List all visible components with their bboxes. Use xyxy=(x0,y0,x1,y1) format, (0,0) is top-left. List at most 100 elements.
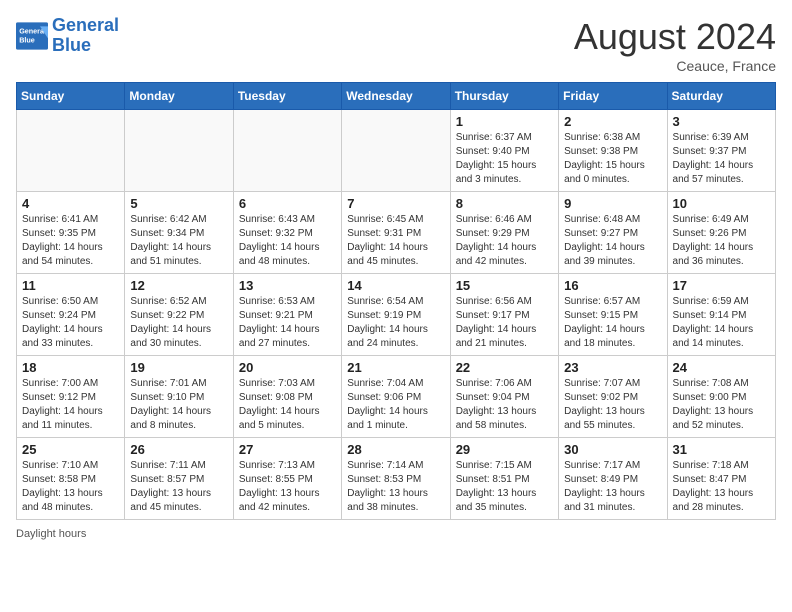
day-info: Sunrise: 7:06 AM Sunset: 9:04 PM Dayligh… xyxy=(456,377,553,433)
day-info: Sunrise: 7:07 AM Sunset: 9:02 PM Dayligh… xyxy=(564,377,661,433)
logo-general: General xyxy=(52,15,119,35)
location: Ceauce, France xyxy=(574,58,776,74)
calendar-week-row: 25 Sunrise: 7:10 AM Sunset: 8:58 PM Dayli… xyxy=(17,438,776,520)
day-info: Sunrise: 6:52 AM Sunset: 9:22 PM Dayligh… xyxy=(130,295,227,351)
day-info: Sunrise: 7:10 AM Sunset: 8:58 PM Dayligh… xyxy=(22,459,119,515)
calendar-day-header: Sunday xyxy=(17,83,125,110)
day-info: Sunrise: 7:04 AM Sunset: 9:06 PM Dayligh… xyxy=(347,377,444,433)
calendar-cell: 20 Sunrise: 7:03 AM Sunset: 9:08 PM Dayli… xyxy=(233,356,341,438)
day-number: 11 xyxy=(22,278,119,293)
day-number: 13 xyxy=(239,278,336,293)
day-info: Sunrise: 6:46 AM Sunset: 9:29 PM Dayligh… xyxy=(456,213,553,269)
calendar-cell: 22Sunrise: 7:06 AM Sunset: 9:04 PM Dayli… xyxy=(450,356,558,438)
day-number: 25 xyxy=(22,442,119,457)
day-number: 4 xyxy=(22,196,119,211)
calendar-cell: 23 Sunrise: 7:07 AM Sunset: 9:02 PM Dayli… xyxy=(559,356,667,438)
calendar-cell xyxy=(17,110,125,192)
calendar-day-header: Friday xyxy=(559,83,667,110)
calendar-cell: 28 Sunrise: 7:14 AM Sunset: 8:53 PM Dayli… xyxy=(342,438,450,520)
day-number: 21 xyxy=(347,360,444,375)
calendar-cell: 7 Sunrise: 6:45 AM Sunset: 9:31 PM Daylig… xyxy=(342,192,450,274)
day-info: Sunrise: 7:15 AM Sunset: 8:51 PM Dayligh… xyxy=(456,459,553,515)
calendar-cell: 9Sunrise: 6:48 AM Sunset: 9:27 PM Daylig… xyxy=(559,192,667,274)
day-info: Sunrise: 6:56 AM Sunset: 9:17 PM Dayligh… xyxy=(456,295,553,351)
calendar-cell: 14Sunrise: 6:54 AM Sunset: 9:19 PM Dayli… xyxy=(342,274,450,356)
day-number: 27 xyxy=(239,442,336,457)
calendar-day-header: Wednesday xyxy=(342,83,450,110)
calendar-week-row: 18 Sunrise: 7:00 AM Sunset: 9:12 PM Dayli… xyxy=(17,356,776,438)
day-info: Sunrise: 6:45 AM Sunset: 9:31 PM Dayligh… xyxy=(347,213,444,269)
day-info: Sunrise: 7:01 AM Sunset: 9:10 PM Dayligh… xyxy=(130,377,227,433)
day-number: 7 xyxy=(347,196,444,211)
calendar-cell: 26 Sunrise: 7:11 AM Sunset: 8:57 PM Dayli… xyxy=(125,438,233,520)
calendar-cell: 11 Sunrise: 6:50 AM Sunset: 9:24 PM Dayli… xyxy=(17,274,125,356)
calendar-cell: 2 Sunrise: 6:38 AM Sunset: 9:38 PM Daylig… xyxy=(559,110,667,192)
calendar-week-row: 4Sunrise: 6:41 AM Sunset: 9:35 PM Daylig… xyxy=(17,192,776,274)
day-number: 30 xyxy=(564,442,661,457)
day-info: Sunrise: 6:57 AM Sunset: 9:15 PM Dayligh… xyxy=(564,295,661,351)
calendar-cell: 25 Sunrise: 7:10 AM Sunset: 8:58 PM Dayli… xyxy=(17,438,125,520)
calendar-cell: 27 Sunrise: 7:13 AM Sunset: 8:55 PM Dayli… xyxy=(233,438,341,520)
daylight-label: Daylight hours xyxy=(16,528,776,540)
day-number: 20 xyxy=(239,360,336,375)
day-info: Sunrise: 7:03 AM Sunset: 9:08 PM Dayligh… xyxy=(239,377,336,433)
day-number: 17 xyxy=(673,278,770,293)
day-number: 6 xyxy=(239,196,336,211)
calendar-week-row: 11 Sunrise: 6:50 AM Sunset: 9:24 PM Dayli… xyxy=(17,274,776,356)
day-number: 1 xyxy=(456,114,553,129)
svg-text:Blue: Blue xyxy=(19,35,35,44)
calendar-cell: 30Sunrise: 7:17 AM Sunset: 8:49 PM Dayli… xyxy=(559,438,667,520)
day-number: 16 xyxy=(564,278,661,293)
logo-icon: General Blue xyxy=(16,22,48,50)
day-info: Sunrise: 6:50 AM Sunset: 9:24 PM Dayligh… xyxy=(22,295,119,351)
calendar-cell: 12 Sunrise: 6:52 AM Sunset: 9:22 PM Dayli… xyxy=(125,274,233,356)
day-info: Sunrise: 7:13 AM Sunset: 8:55 PM Dayligh… xyxy=(239,459,336,515)
day-info: Sunrise: 7:18 AM Sunset: 8:47 PM Dayligh… xyxy=(673,459,770,515)
day-info: Sunrise: 6:39 AM Sunset: 9:37 PM Dayligh… xyxy=(673,131,770,187)
calendar-day-header: Monday xyxy=(125,83,233,110)
calendar-week-row: 1 Sunrise: 6:37 AM Sunset: 9:40 PM Daylig… xyxy=(17,110,776,192)
day-info: Sunrise: 6:38 AM Sunset: 9:38 PM Dayligh… xyxy=(564,131,661,187)
day-info: Sunrise: 7:11 AM Sunset: 8:57 PM Dayligh… xyxy=(130,459,227,515)
day-info: Sunrise: 6:43 AM Sunset: 9:32 PM Dayligh… xyxy=(239,213,336,269)
calendar-cell xyxy=(342,110,450,192)
day-number: 26 xyxy=(130,442,227,457)
calendar-cell: 17 Sunrise: 6:59 AM Sunset: 9:14 PM Dayli… xyxy=(667,274,775,356)
day-number: 24 xyxy=(673,360,770,375)
calendar-table: SundayMondayTuesdayWednesdayThursdayFrid… xyxy=(16,82,776,520)
calendar-cell: 19Sunrise: 7:01 AM Sunset: 9:10 PM Dayli… xyxy=(125,356,233,438)
day-number: 31 xyxy=(673,442,770,457)
calendar-header-row: SundayMondayTuesdayWednesdayThursdayFrid… xyxy=(17,83,776,110)
day-info: Sunrise: 7:14 AM Sunset: 8:53 PM Dayligh… xyxy=(347,459,444,515)
day-number: 23 xyxy=(564,360,661,375)
day-info: Sunrise: 6:53 AM Sunset: 9:21 PM Dayligh… xyxy=(239,295,336,351)
calendar-cell: 5Sunrise: 6:42 AM Sunset: 9:34 PM Daylig… xyxy=(125,192,233,274)
calendar-cell: 18 Sunrise: 7:00 AM Sunset: 9:12 PM Dayli… xyxy=(17,356,125,438)
calendar-cell: 24Sunrise: 7:08 AM Sunset: 9:00 PM Dayli… xyxy=(667,356,775,438)
calendar-cell: 6 Sunrise: 6:43 AM Sunset: 9:32 PM Daylig… xyxy=(233,192,341,274)
day-info: Sunrise: 6:59 AM Sunset: 9:14 PM Dayligh… xyxy=(673,295,770,351)
calendar-cell: 10Sunrise: 6:49 AM Sunset: 9:26 PM Dayli… xyxy=(667,192,775,274)
day-info: Sunrise: 6:37 AM Sunset: 9:40 PM Dayligh… xyxy=(456,131,553,187)
calendar-cell: 13 Sunrise: 6:53 AM Sunset: 9:21 PM Dayli… xyxy=(233,274,341,356)
day-number: 2 xyxy=(564,114,661,129)
page-header: General Blue General Blue August 2024 Ce… xyxy=(16,16,776,74)
logo-text: General Blue xyxy=(52,16,119,56)
day-info: Sunrise: 7:00 AM Sunset: 9:12 PM Dayligh… xyxy=(22,377,119,433)
calendar-cell: 31 Sunrise: 7:18 AM Sunset: 8:47 PM Dayli… xyxy=(667,438,775,520)
calendar-cell: 21 Sunrise: 7:04 AM Sunset: 9:06 PM Dayli… xyxy=(342,356,450,438)
title-block: August 2024 Ceauce, France xyxy=(574,16,776,74)
calendar-day-header: Thursday xyxy=(450,83,558,110)
day-number: 12 xyxy=(130,278,227,293)
logo-blue: Blue xyxy=(52,35,91,55)
calendar-cell xyxy=(125,110,233,192)
day-number: 18 xyxy=(22,360,119,375)
calendar-cell: 29 Sunrise: 7:15 AM Sunset: 8:51 PM Dayli… xyxy=(450,438,558,520)
calendar-cell: 4Sunrise: 6:41 AM Sunset: 9:35 PM Daylig… xyxy=(17,192,125,274)
day-number: 5 xyxy=(130,196,227,211)
calendar-day-header: Saturday xyxy=(667,83,775,110)
calendar-cell: 16 Sunrise: 6:57 AM Sunset: 9:15 PM Dayli… xyxy=(559,274,667,356)
day-number: 15 xyxy=(456,278,553,293)
day-number: 29 xyxy=(456,442,553,457)
day-number: 28 xyxy=(347,442,444,457)
